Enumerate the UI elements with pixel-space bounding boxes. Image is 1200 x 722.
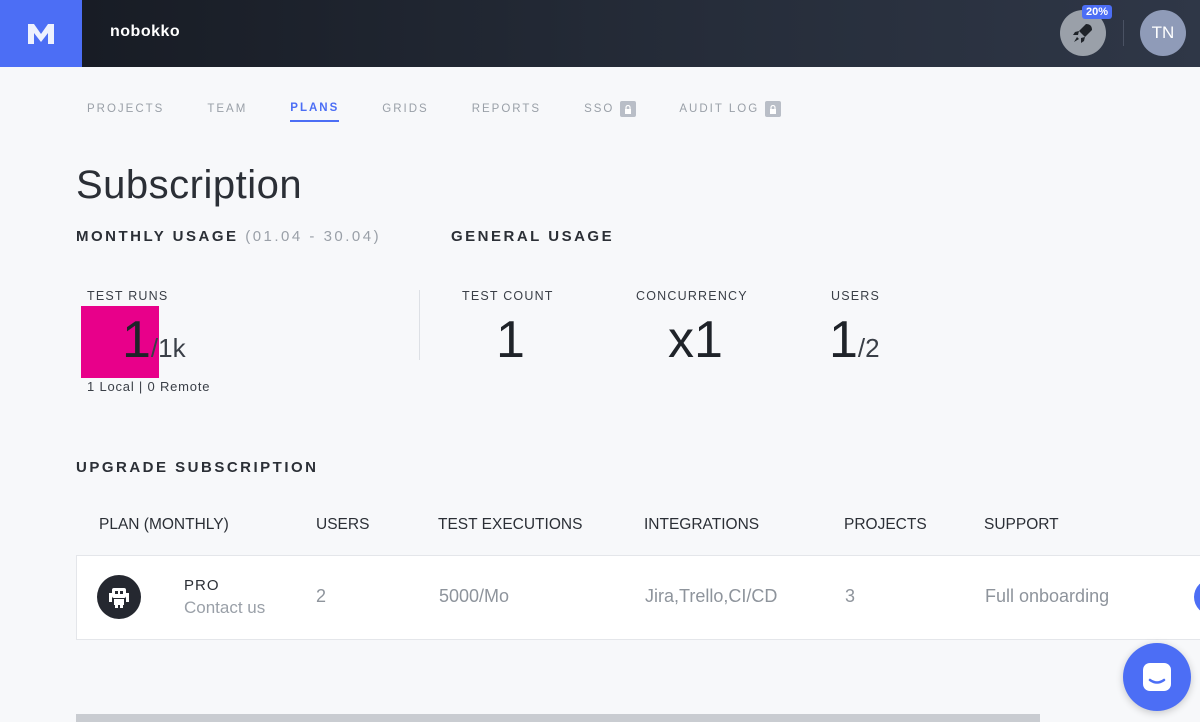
settings-tabs: PROJECTS TEAM PLANS GRIDS REPORTS SSO AU… [87,101,824,122]
plan-support-cell: Full onboarding [985,586,1110,606]
org-name[interactable]: nobokko [110,23,180,41]
tab-plans[interactable]: PLANS [290,101,340,122]
general-usage-heading: GENERAL USAGE [451,228,615,245]
plan-test-executions-cell: 5000/Mo [439,586,510,606]
tab-team[interactable]: TEAM [207,101,247,122]
plan-contact-link[interactable]: Contact us [184,598,265,618]
test-count-value: 1 [496,311,525,369]
test-runs-limit: /1k [150,333,186,363]
column-header-integrations: INTEGRATIONS [644,516,760,533]
horizontal-scrollbar[interactable] [76,714,1040,722]
column-header-test-executions: TEST EXECUTIONS [438,516,583,533]
top-bar: nobokko 20% TN [0,0,1200,67]
page-title: Subscription [76,163,303,207]
usage-period: (01.04 - 30.04) [245,228,382,245]
rocket-icon [1073,24,1092,43]
tab-audit-log[interactable]: AUDIT LOG [679,101,782,122]
column-header-users: USERS [316,516,370,533]
users-value: 1/2 [829,311,880,369]
promo-percent-badge: 20% [1082,5,1113,19]
plan-name: PRO [184,577,220,594]
robot-icon [109,588,129,608]
upgrade-subscription-heading: UPGRADE SUBSCRIPTION [76,459,319,476]
column-header-support: SUPPORT [984,516,1059,533]
test-count-label: TEST COUNT [462,289,554,303]
lock-icon [765,101,782,117]
plan-pro-icon [97,575,141,619]
tab-grids[interactable]: GRIDS [382,101,428,122]
tab-sso[interactable]: SSO [584,101,637,122]
lock-icon [620,101,637,117]
column-header-plan: PLAN (MONTHLY) [99,516,229,533]
brand-logo[interactable] [0,0,82,67]
usage-divider [419,290,420,360]
test-runs-label: TEST RUNS [87,289,169,303]
concurrency-label: CONCURRENCY [636,289,748,303]
column-header-projects: PROJECTS [844,516,927,533]
plan-users-cell: 2 [316,586,327,606]
chat-icon [1143,663,1171,691]
concurrency-value: x1 [668,311,723,369]
users-label: USERS [831,289,881,303]
header-divider [1123,20,1124,46]
chat-launcher-button[interactable] [1123,643,1191,711]
test-runs-value: 1/1k [122,311,186,369]
tab-reports[interactable]: REPORTS [472,101,541,122]
monthly-usage-heading: MONTHLY USAGE (01.04 - 30.04) [76,228,382,245]
users-limit: /2 [857,333,880,363]
plan-projects-cell: 3 [845,586,856,606]
logo-m-icon [28,23,54,44]
tab-projects[interactable]: PROJECTS [87,101,164,122]
plan-integrations-cell: Jira,Trello,CI/CD [645,586,778,606]
test-runs-breakdown: 1 Local | 0 Remote [87,379,211,394]
user-avatar[interactable]: TN [1140,10,1186,56]
